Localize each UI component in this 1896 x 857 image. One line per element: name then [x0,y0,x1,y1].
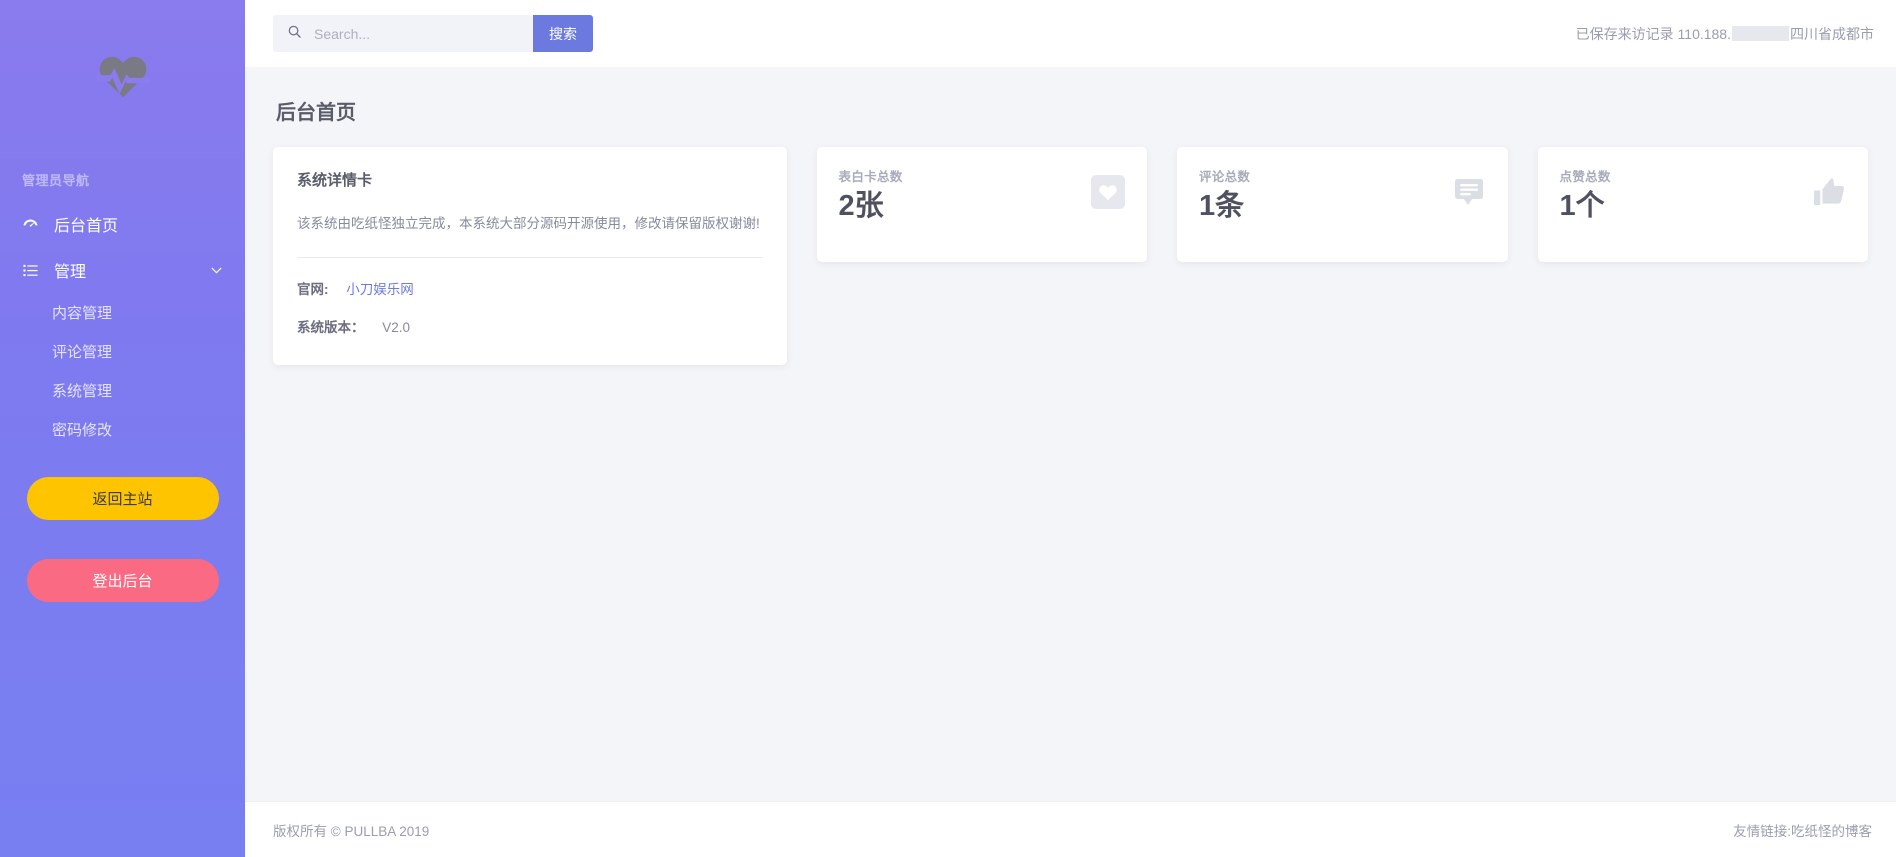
sidebar-item-dashboard[interactable]: 后台首页 [0,201,245,247]
system-detail-card: 系统详情卡 该系统由吃纸怪独立完成，本系统大部分源码开源使用，修改请保留版权谢谢… [273,147,787,365]
sidebar-subitem-comments[interactable]: 评论管理 [0,332,245,371]
official-site-row: 官网: 小刀娱乐网 [297,278,763,298]
official-site-label: 官网: [297,282,329,297]
footer: 版权所有 © PULLBA 2019 友情链接:吃纸怪的博客 [245,801,1896,857]
sidebar-item-label: 管理 [54,258,86,282]
detail-card-title: 系统详情卡 [297,169,763,190]
sidebar-submenu: 内容管理 评论管理 系统管理 密码修改 [0,293,245,449]
stat-text-group: 评论总数 1条 [1199,166,1250,223]
system-version-value: V2.0 [382,320,410,335]
ip-redacted-block [1732,26,1789,41]
stat-value: 1个 [1560,191,1611,223]
list-icon [22,262,48,279]
sidebar: 管理员导航 后台首页 管理 [0,0,245,857]
stat-card-confession-cards: 表白卡总数 2张 [817,147,1147,262]
back-to-site-button[interactable]: 返回主站 [27,477,219,520]
search-button[interactable]: 搜索 [533,15,593,52]
stat-label: 评论总数 [1199,166,1250,185]
brand-logo[interactable] [0,0,245,152]
sidebar-subitem-password[interactable]: 密码修改 [0,410,245,449]
stat-label: 表白卡总数 [839,166,903,185]
logout-button[interactable]: 登出后台 [27,559,219,602]
chevron-down-icon[interactable] [210,264,223,277]
stat-text-group: 表白卡总数 2张 [839,166,903,223]
search-input[interactable] [314,26,523,42]
sidebar-item-management[interactable]: 管理 [0,247,245,293]
heart-pulse-icon [93,48,153,104]
main-area: 搜索 已保存来访记录 110.188. 四川省成都市 后台首页 系统详情卡 该系… [245,0,1896,857]
visit-record-location: 四川省成都市 [1790,24,1874,44]
topbar: 搜索 已保存来访记录 110.188. 四川省成都市 [245,0,1896,67]
visit-record: 已保存来访记录 110.188. 四川省成都市 [1576,24,1874,44]
cards-row: 系统详情卡 该系统由吃纸怪独立完成，本系统大部分源码开源使用，修改请保留版权谢谢… [273,147,1868,365]
stat-card-likes: 点赞总数 1个 [1538,147,1868,262]
app-root: 管理员导航 后台首页 管理 [0,0,1896,857]
system-version-label: 系统版本： [297,320,365,335]
thumbs-up-icon [1812,175,1846,214]
divider [297,257,763,258]
system-version-row: 系统版本： V2.0 [297,316,763,336]
footer-copyright: 版权所有 © PULLBA 2019 [273,820,429,840]
sidebar-subitem-content[interactable]: 内容管理 [0,293,245,332]
nav-heading: 管理员导航 [0,170,245,189]
content-area: 后台首页 系统详情卡 该系统由吃纸怪独立完成，本系统大部分源码开源使用，修改请保… [245,67,1896,801]
stat-text-group: 点赞总数 1个 [1560,166,1611,223]
detail-card-description: 该系统由吃纸怪独立完成，本系统大部分源码开源使用，修改请保留版权谢谢! [297,213,763,235]
comment-icon [1452,175,1486,214]
official-site-link[interactable]: 小刀娱乐网 [346,282,414,297]
stat-card-comments: 评论总数 1条 [1177,147,1507,262]
heart-icon [1091,175,1125,214]
visit-record-prefix: 已保存来访记录 110.188. [1576,24,1731,44]
stat-label: 点赞总数 [1560,166,1611,185]
stat-value: 2张 [839,191,903,223]
search-icon [287,24,302,44]
sidebar-item-label: 后台首页 [54,212,118,236]
page-title: 后台首页 [276,96,1868,125]
footer-friend-link[interactable]: 友情链接:吃纸怪的博客 [1733,820,1872,840]
stat-value: 1条 [1199,191,1250,223]
search-field[interactable] [273,15,533,52]
sidebar-subitem-system[interactable]: 系统管理 [0,371,245,410]
tachometer-icon [22,216,48,233]
search-bar: 搜索 [273,15,593,52]
